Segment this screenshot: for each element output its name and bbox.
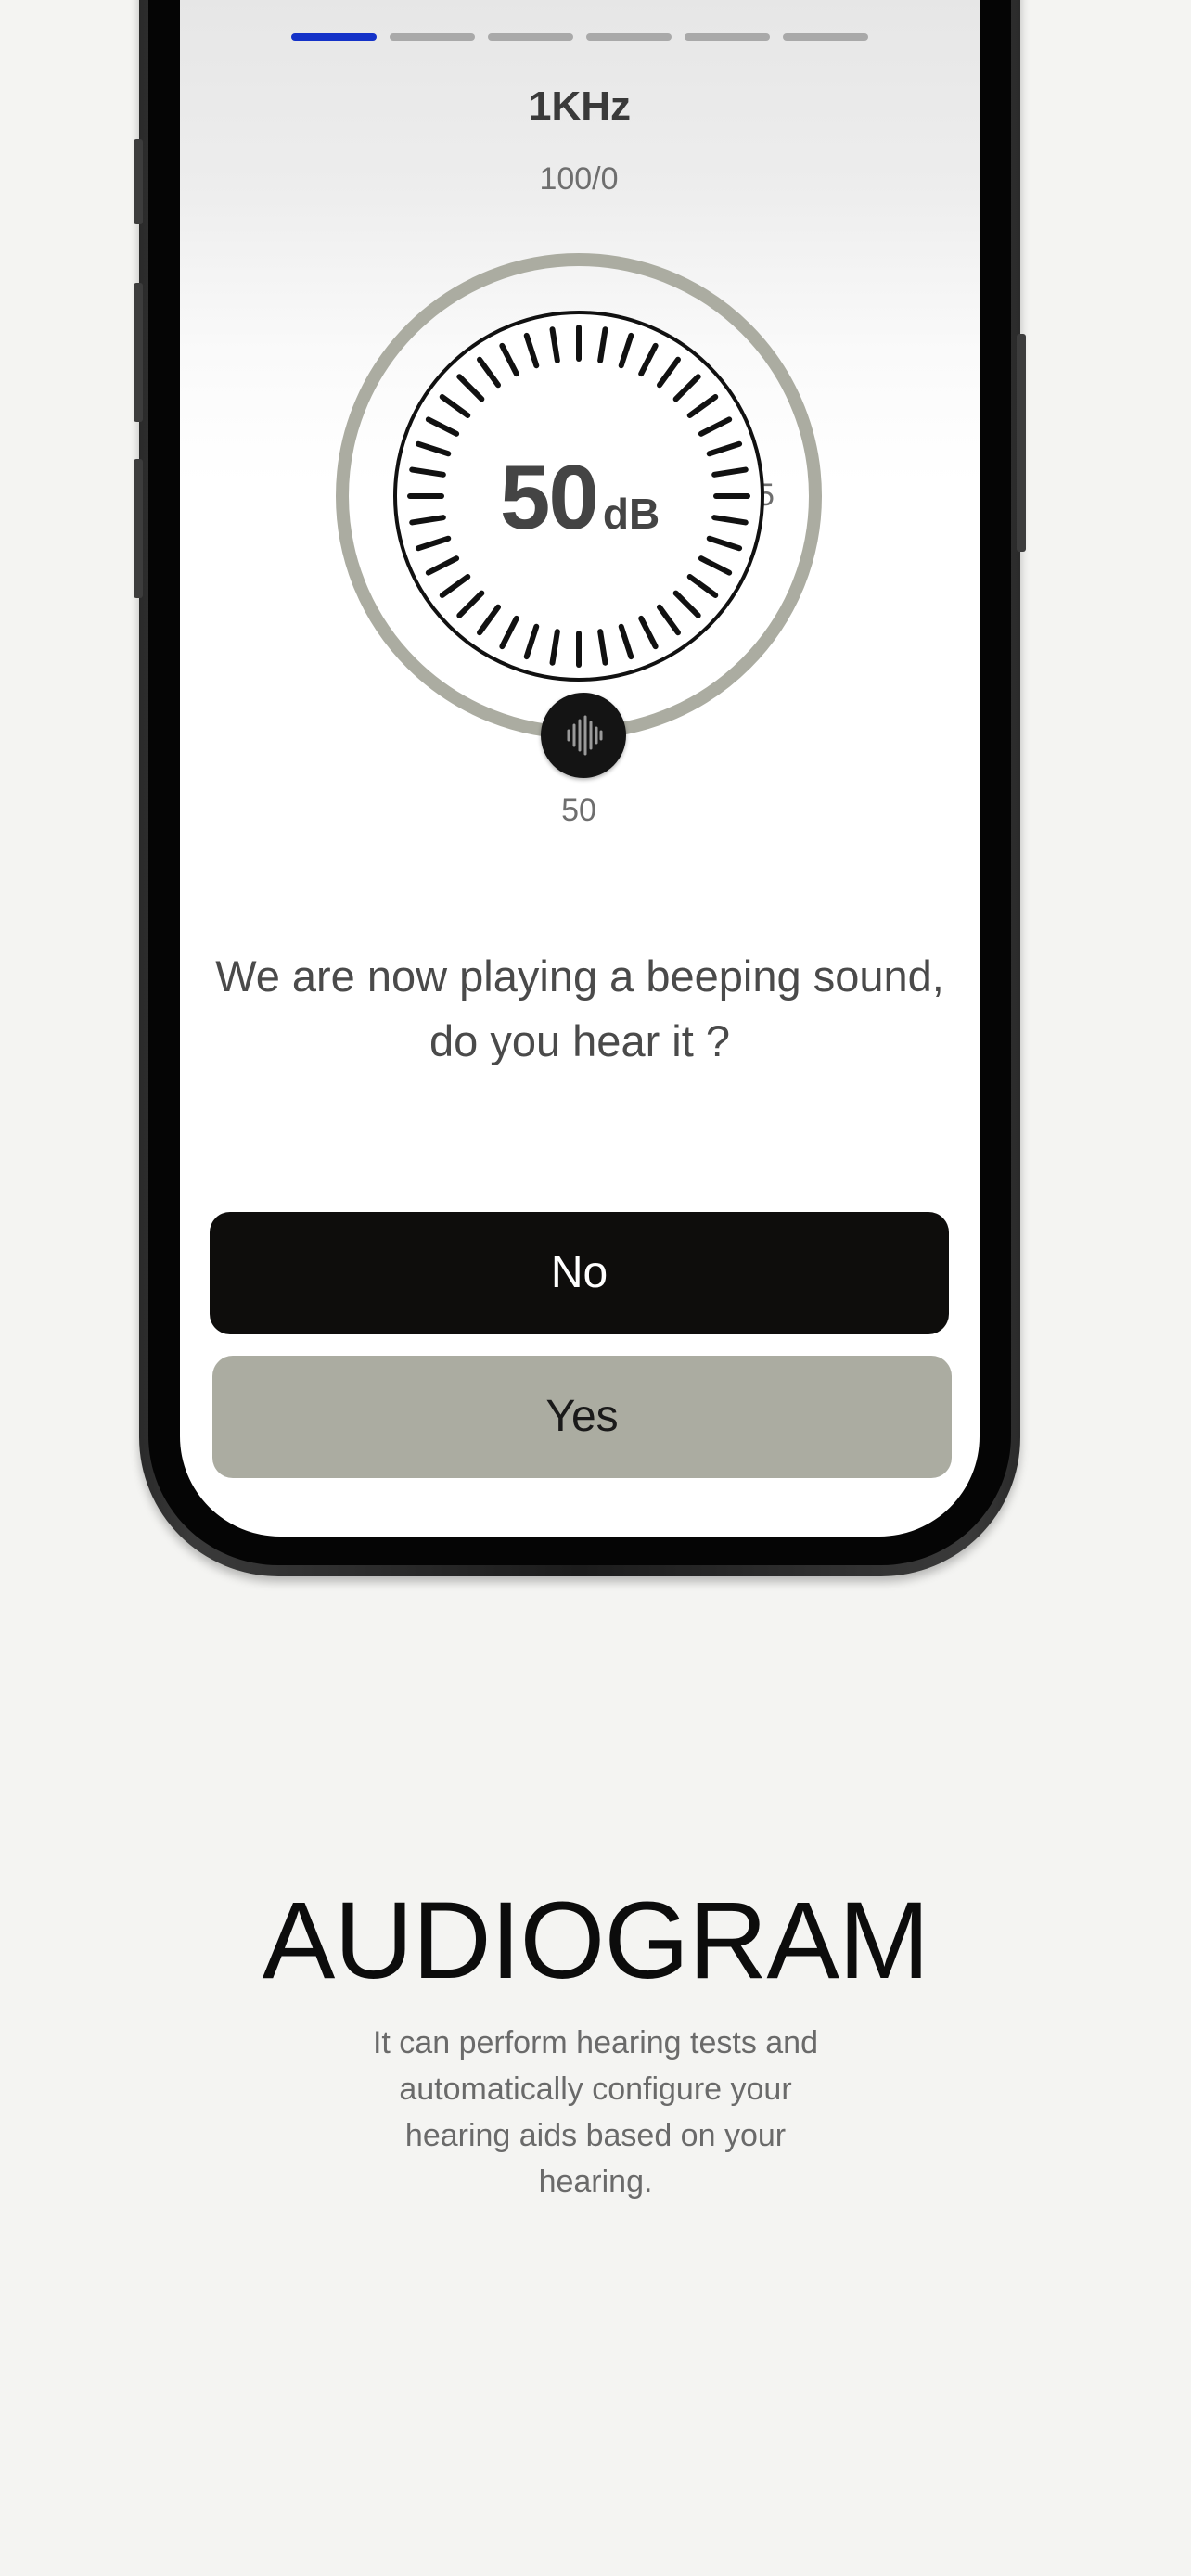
feature-description-line: hearing. — [538, 2164, 653, 2200]
feature-description-line: It can perform hearing tests and — [372, 2025, 819, 2060]
decibel-readout: 50 dB — [180, 445, 980, 550]
progress-step-5 — [685, 33, 770, 41]
progress-step-3 — [488, 33, 573, 41]
feature-description-line: hearing aids based on your — [404, 2118, 787, 2153]
progress-step-1 — [291, 33, 377, 41]
feature-title: AUDIOGRAM — [262, 1880, 930, 2002]
no-button[interactable]: No — [210, 1212, 949, 1334]
progress-step-6 — [783, 33, 868, 41]
hearing-question: We are now playing a beeping sound, do y… — [180, 944, 980, 1074]
decibel-unit: dB — [602, 490, 660, 538]
progress-step-2 — [390, 33, 475, 41]
phone-screen: 1KHz 100/0 75 25 50 50dB We are now play… — [180, 0, 980, 1537]
phone-volume-down-button — [134, 459, 143, 598]
question-line-2: do you hear it ? — [429, 1016, 730, 1065]
yes-button[interactable]: Yes — [212, 1356, 952, 1478]
feature-description-line: automatically configure your — [399, 2072, 792, 2107]
phone-volume-up-button — [134, 283, 143, 422]
frequency-label: 1KHz — [528, 83, 632, 129]
decibel-value: 50 — [499, 446, 599, 548]
dial-knob[interactable] — [541, 693, 626, 778]
phone-action-button — [134, 139, 143, 224]
progress-step-4 — [586, 33, 672, 41]
dial-top-label: 100/0 — [539, 161, 619, 197]
dial-bottom-label: 50 — [561, 793, 596, 828]
question-line-1: We are now playing a beeping sound, — [215, 951, 944, 1001]
phone-power-button — [1017, 334, 1026, 552]
sound-wave-icon — [567, 715, 603, 756]
feature-description: It can perform hearing tests and automat… — [317, 2020, 874, 2205]
